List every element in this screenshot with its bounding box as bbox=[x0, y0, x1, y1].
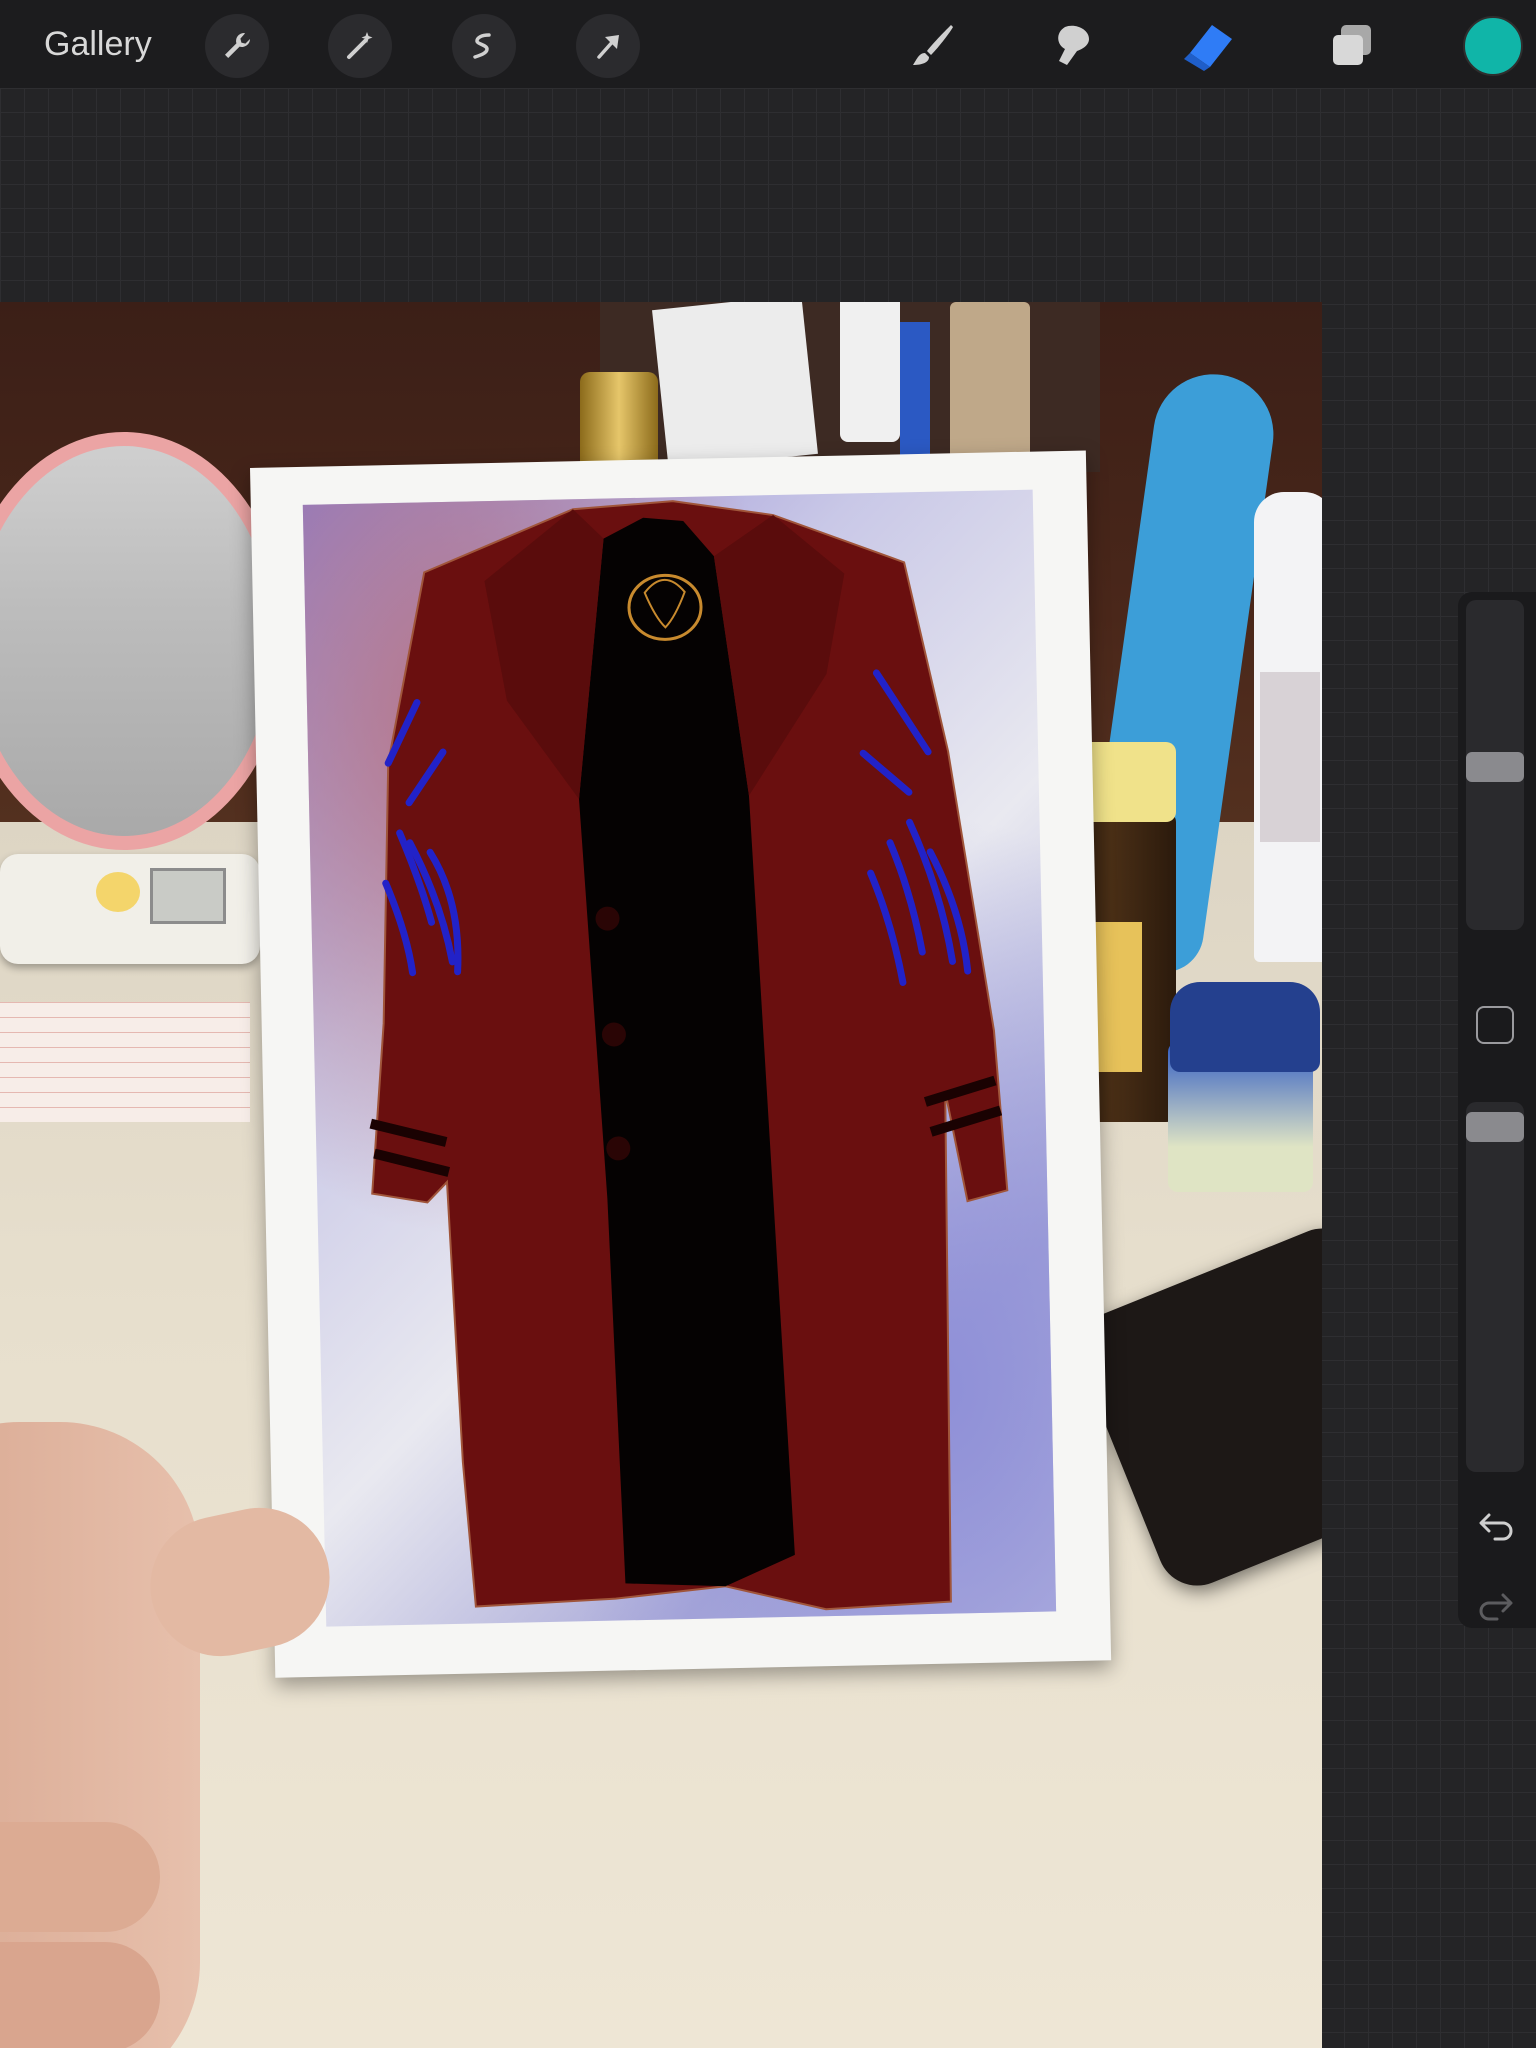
paint-button[interactable] bbox=[900, 14, 964, 78]
photo-remote bbox=[0, 854, 260, 964]
actions-button[interactable] bbox=[205, 14, 269, 78]
smudge-icon bbox=[1058, 25, 1089, 65]
selection-icon bbox=[473, 33, 491, 59]
eraser-button[interactable] bbox=[1176, 14, 1240, 78]
smudge-button[interactable] bbox=[1038, 14, 1102, 78]
canvas-image[interactable] bbox=[0, 302, 1322, 2048]
eraser-icon bbox=[1184, 25, 1232, 71]
color-swatch-button[interactable] bbox=[1463, 16, 1523, 76]
photo-finger bbox=[0, 1942, 160, 2048]
transform-arrow-icon bbox=[597, 35, 619, 59]
selection-button[interactable] bbox=[452, 14, 516, 78]
photo-receipt bbox=[0, 1002, 250, 1122]
magic-wand-icon bbox=[347, 32, 373, 59]
wrench-icon bbox=[225, 33, 250, 58]
modify-button[interactable] bbox=[1476, 1006, 1514, 1044]
undo-button[interactable] bbox=[1476, 1506, 1516, 1546]
layers-button[interactable] bbox=[1320, 14, 1384, 78]
layers-icon bbox=[1333, 25, 1371, 65]
top-toolbar: Gallery bbox=[0, 0, 1536, 88]
brush-icon bbox=[913, 25, 953, 65]
photo-finger bbox=[0, 1822, 160, 1932]
photo-vaseline-lid bbox=[1170, 982, 1320, 1072]
coat-artwork bbox=[302, 489, 1057, 1627]
redo-button[interactable] bbox=[1476, 1586, 1516, 1626]
brush-size-thumb[interactable] bbox=[1466, 752, 1524, 782]
photo-pen-cup bbox=[600, 302, 1100, 472]
photo-card bbox=[250, 450, 1112, 1678]
opacity-thumb[interactable] bbox=[1466, 1112, 1524, 1142]
transform-button[interactable] bbox=[576, 14, 640, 78]
adjustments-button[interactable] bbox=[328, 14, 392, 78]
opacity-slider[interactable] bbox=[1466, 1102, 1524, 1472]
gallery-button[interactable]: Gallery bbox=[44, 22, 152, 66]
red-coat-drawing bbox=[369, 500, 1009, 1611]
photo-bottle bbox=[1254, 492, 1322, 962]
redo-icon bbox=[1479, 1593, 1513, 1621]
undo-icon bbox=[1479, 1513, 1513, 1541]
brush-sidebar bbox=[1458, 592, 1536, 1628]
